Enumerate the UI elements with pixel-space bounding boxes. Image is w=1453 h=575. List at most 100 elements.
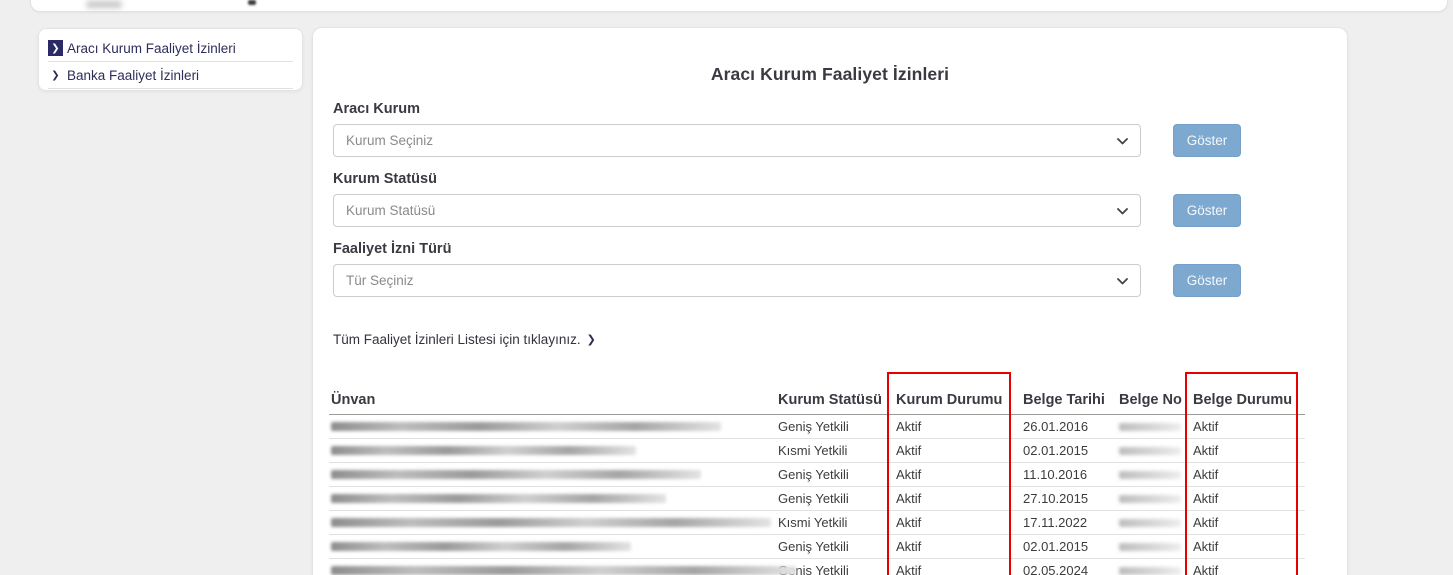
kurum-durumu-cell: Aktif xyxy=(896,539,922,554)
table-row[interactable]: Geniş Yetkili Aktif 26.01.2016 Aktif xyxy=(329,415,1305,439)
unvan-redacted-cell xyxy=(329,446,776,455)
redacted-company-name xyxy=(331,446,636,455)
belge-durumu-cell: Aktif xyxy=(1193,515,1219,530)
kurum-statusu-cell: Geniş Yetkili xyxy=(778,467,849,482)
unvan-redacted-cell xyxy=(329,422,776,431)
main-panel: Aracı Kurum Faaliyet İzinleri Aracı Kuru… xyxy=(312,27,1348,575)
redacted-company-name xyxy=(331,470,701,479)
filter-label-kurum-statusu: Kurum Statüsü xyxy=(333,171,437,187)
chevron-right-icon: ❯ xyxy=(586,334,596,346)
belge-durumu-cell: Aktif xyxy=(1193,491,1219,506)
sidebar-item-araci-kurum-faaliyet-izinleri[interactable]: ❯ Aracı Kurum Faaliyet İzinleri xyxy=(48,35,293,62)
table-row[interactable]: Geniş Yetkili Aktif 27.10.2015 Aktif xyxy=(329,487,1305,511)
unvan-redacted-cell xyxy=(329,542,776,551)
belge-durumu-cell: Aktif xyxy=(1193,563,1219,575)
kurum-statusu-select[interactable]: Kurum Statüsü xyxy=(333,194,1141,227)
filter-label-faaliyet-izni-turu: Faaliyet İzni Türü xyxy=(333,241,452,257)
chevron-down-icon xyxy=(1117,273,1128,288)
belge-no-redacted-cell xyxy=(1117,422,1187,431)
kurum-durumu-cell: Aktif xyxy=(896,515,922,530)
redacted-company-name xyxy=(331,494,666,503)
araci-kurum-select[interactable]: Kurum Seçiniz xyxy=(333,124,1141,157)
belge-tarihi-cell: 02.01.2015 xyxy=(1023,539,1089,554)
faaliyet-izni-turu-select[interactable]: Tür Seçiniz xyxy=(333,264,1141,297)
all-permits-list-link-text: Tüm Faaliyet İzinleri Listesi için tıkla… xyxy=(333,332,581,347)
filter-group-kurum-statusu: Kurum Statüsü Kurum Statüsü Göster xyxy=(333,171,1347,227)
filter-row-kurum-statusu: Kurum Statüsü Göster xyxy=(333,194,1347,227)
kurum-statusu-cell: Geniş Yetkili xyxy=(778,419,849,434)
belge-tarihi-cell: 02.05.2024 xyxy=(1023,563,1089,575)
kurum-durumu-cell: Aktif xyxy=(896,563,922,575)
page-title: Aracı Kurum Faaliyet İzinleri xyxy=(710,64,950,84)
column-header-unvan: Ünvan xyxy=(331,392,376,408)
table-row[interactable]: Kısmi Yetkili Aktif 17.11.2022 Aktif xyxy=(329,511,1305,535)
belge-no-redacted-cell xyxy=(1117,542,1187,551)
chevron-down-icon xyxy=(1117,133,1128,148)
goster-button-araci-kurum[interactable]: Göster xyxy=(1173,124,1241,157)
redacted-belge-no xyxy=(1119,446,1181,455)
unvan-redacted-cell xyxy=(329,494,776,503)
column-header-belge-durumu: Belge Durumu xyxy=(1193,392,1293,408)
kurum-statusu-select-value: Kurum Statüsü xyxy=(346,203,436,218)
belge-durumu-cell: Aktif xyxy=(1193,467,1219,482)
belge-no-redacted-cell xyxy=(1117,566,1187,575)
belge-no-redacted-cell xyxy=(1117,446,1187,455)
kurum-durumu-cell: Aktif xyxy=(896,443,922,458)
column-header-kurum-statusu: Kurum Statüsü xyxy=(778,392,882,408)
redacted-company-name xyxy=(331,422,721,431)
araci-kurum-select-value: Kurum Seçiniz xyxy=(346,133,434,148)
chevron-down-icon xyxy=(1117,203,1128,218)
belge-tarihi-cell: 02.01.2015 xyxy=(1023,443,1089,458)
redacted-belge-no xyxy=(1119,566,1181,575)
kurum-statusu-cell: Geniş Yetkili xyxy=(778,539,849,554)
sidebar-item-label: Aracı Kurum Faaliyet İzinleri xyxy=(67,40,236,56)
redacted-company-name xyxy=(331,518,771,527)
filter-group-faaliyet-izni-turu: Faaliyet İzni Türü Tür Seçiniz Göster xyxy=(333,241,1347,297)
filter-label-araci-kurum: Aracı Kurum xyxy=(333,101,421,117)
belge-tarihi-cell: 26.01.2016 xyxy=(1023,419,1089,434)
belge-durumu-cell: Aktif xyxy=(1193,539,1219,554)
sidebar-item-label: Banka Faaliyet İzinleri xyxy=(67,67,200,83)
table-header-row: Ünvan Kurum Statüsü Kurum Durumu Belge Tari… xyxy=(329,365,1305,415)
goster-button-faaliyet-izni-turu[interactable]: Göster xyxy=(1173,264,1241,297)
belge-durumu-cell: Aktif xyxy=(1193,443,1219,458)
kurum-durumu-cell: Aktif xyxy=(896,491,922,506)
redacted-company-name xyxy=(331,542,631,551)
redacted-belge-no xyxy=(1119,518,1181,527)
redacted-belge-no xyxy=(1119,494,1181,503)
sidebar-item-banka-faaliyet-izinleri[interactable]: ❯ Banka Faaliyet İzinleri xyxy=(48,62,293,89)
kurum-durumu-cell: Aktif xyxy=(896,467,922,482)
column-header-kurum-durumu: Kurum Durumu xyxy=(896,392,1003,408)
filter-group-araci-kurum: Aracı Kurum Kurum Seçiniz Göster xyxy=(333,101,1347,157)
sidebar-menu: ❯ Aracı Kurum Faaliyet İzinleri ❯ Banka Faa… xyxy=(38,28,303,91)
faaliyet-izni-turu-select-value: Tür Seçiniz xyxy=(346,273,414,288)
unvan-redacted-cell xyxy=(329,566,796,575)
filter-row-araci-kurum: Kurum Seçiniz Göster xyxy=(333,124,1347,157)
kurum-durumu-cell: Aktif xyxy=(896,419,922,434)
belge-tarihi-cell: 17.11.2022 xyxy=(1023,515,1088,530)
table-row[interactable]: Kısmi Yetkili Aktif 02.01.2015 Aktif xyxy=(329,439,1305,463)
filters-section: Aracı Kurum Kurum Seçiniz Göster Kurum Stat… xyxy=(333,101,1347,297)
top-navigation-bar xyxy=(30,0,1448,12)
belge-tarihi-cell: 11.10.2016 xyxy=(1023,467,1088,482)
topbar-cutoff-mark xyxy=(248,0,256,5)
belge-no-redacted-cell xyxy=(1117,494,1187,503)
unvan-redacted-cell xyxy=(329,518,776,527)
topbar-cutoff-logo xyxy=(86,1,122,8)
unvan-redacted-cell xyxy=(329,470,776,479)
goster-button-kurum-statusu[interactable]: Göster xyxy=(1173,194,1241,227)
column-header-belge-tarihi: Belge Tarihi xyxy=(1023,392,1105,408)
table-row[interactable]: Geniş Yetkili Aktif 11.10.2016 Aktif xyxy=(329,463,1305,487)
chevron-right-icon: ❯ xyxy=(48,40,63,56)
kurum-statusu-cell: Kısmi Yetkili xyxy=(778,515,848,530)
table-row[interactable]: Geniş Yetkili Aktif 02.05.2024 Aktif xyxy=(329,559,1305,575)
permits-table: Ünvan Kurum Statüsü Kurum Durumu Belge Tari… xyxy=(329,365,1305,575)
all-permits-list-link[interactable]: Tüm Faaliyet İzinleri Listesi için tıkla… xyxy=(333,332,596,347)
kurum-statusu-cell: Geniş Yetkili xyxy=(778,491,849,506)
belge-durumu-cell: Aktif xyxy=(1193,419,1219,434)
redacted-belge-no xyxy=(1119,422,1181,431)
belge-tarihi-cell: 27.10.2015 xyxy=(1023,491,1089,506)
belge-no-redacted-cell xyxy=(1117,518,1187,527)
redacted-belge-no xyxy=(1119,470,1181,479)
table-row[interactable]: Geniş Yetkili Aktif 02.01.2015 Aktif xyxy=(329,535,1305,559)
